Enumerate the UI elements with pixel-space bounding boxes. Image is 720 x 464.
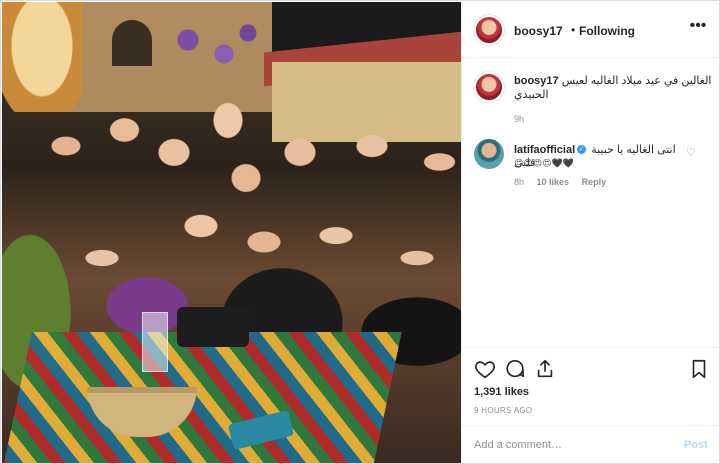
caption-username[interactable]: boosy17 [514, 75, 559, 87]
photo-flowers [152, 12, 272, 82]
post-side-panel: boosy17 • Following ••• boosy17 الغالين … [461, 2, 719, 463]
post-caption: boosy17 الغالين في عيد ميلاد الغاليه لعي… [462, 58, 719, 128]
comment-meta: 8h 10 likes Reply [514, 177, 616, 187]
comment-likes[interactable]: 10 likes [537, 177, 570, 187]
comment-like-heart-icon[interactable]: ♡ [686, 146, 696, 159]
more-options-icon[interactable]: ••• [688, 18, 708, 36]
bookmark-icon[interactable] [688, 358, 710, 380]
heart-outline-icon[interactable] [474, 358, 496, 380]
follow-button[interactable]: Following [579, 24, 635, 38]
separator-dot: • [571, 23, 576, 37]
caption-avatar[interactable] [474, 72, 504, 102]
photo-purse [177, 307, 249, 347]
likes-count[interactable]: 1,391 likes [474, 386, 529, 398]
comment-input[interactable] [474, 436, 654, 454]
photo-glass [142, 312, 168, 372]
caption-time: 9h [514, 114, 525, 124]
author-username[interactable]: boosy17 [514, 24, 563, 38]
post-comment-button[interactable]: Post [684, 439, 708, 451]
photo-patterned-tablecloth [2, 332, 402, 463]
verified-badge-icon: ✓ [577, 145, 587, 155]
comment-item: latifaofficial ✓ انتى الغاليه يا حبيبة قل… [462, 132, 719, 192]
caption-text-block: boosy17 الغالين في عيد ميلاد الغاليه لعي… [514, 74, 714, 102]
posted-time: 9 HOURS AGO [474, 406, 533, 415]
share-icon[interactable] [534, 358, 556, 380]
instagram-post-window: boosy17 • Following ••• boosy17 الغالين … [0, 0, 720, 464]
comment-emojis: 😍😍😍😍🖤🖤 [514, 158, 574, 168]
comment-time: 8h [514, 177, 525, 187]
photo-arched-window [112, 20, 152, 66]
comment-bubble-icon[interactable] [504, 358, 526, 380]
add-comment-bar: Post [462, 425, 719, 463]
commenter-avatar[interactable] [474, 139, 504, 169]
commenter-username[interactable]: latifaofficial [514, 144, 575, 156]
author-avatar[interactable] [474, 15, 504, 45]
reply-button[interactable]: Reply [582, 177, 607, 187]
post-header: boosy17 • Following ••• [462, 2, 719, 58]
post-photo[interactable] [2, 2, 461, 463]
